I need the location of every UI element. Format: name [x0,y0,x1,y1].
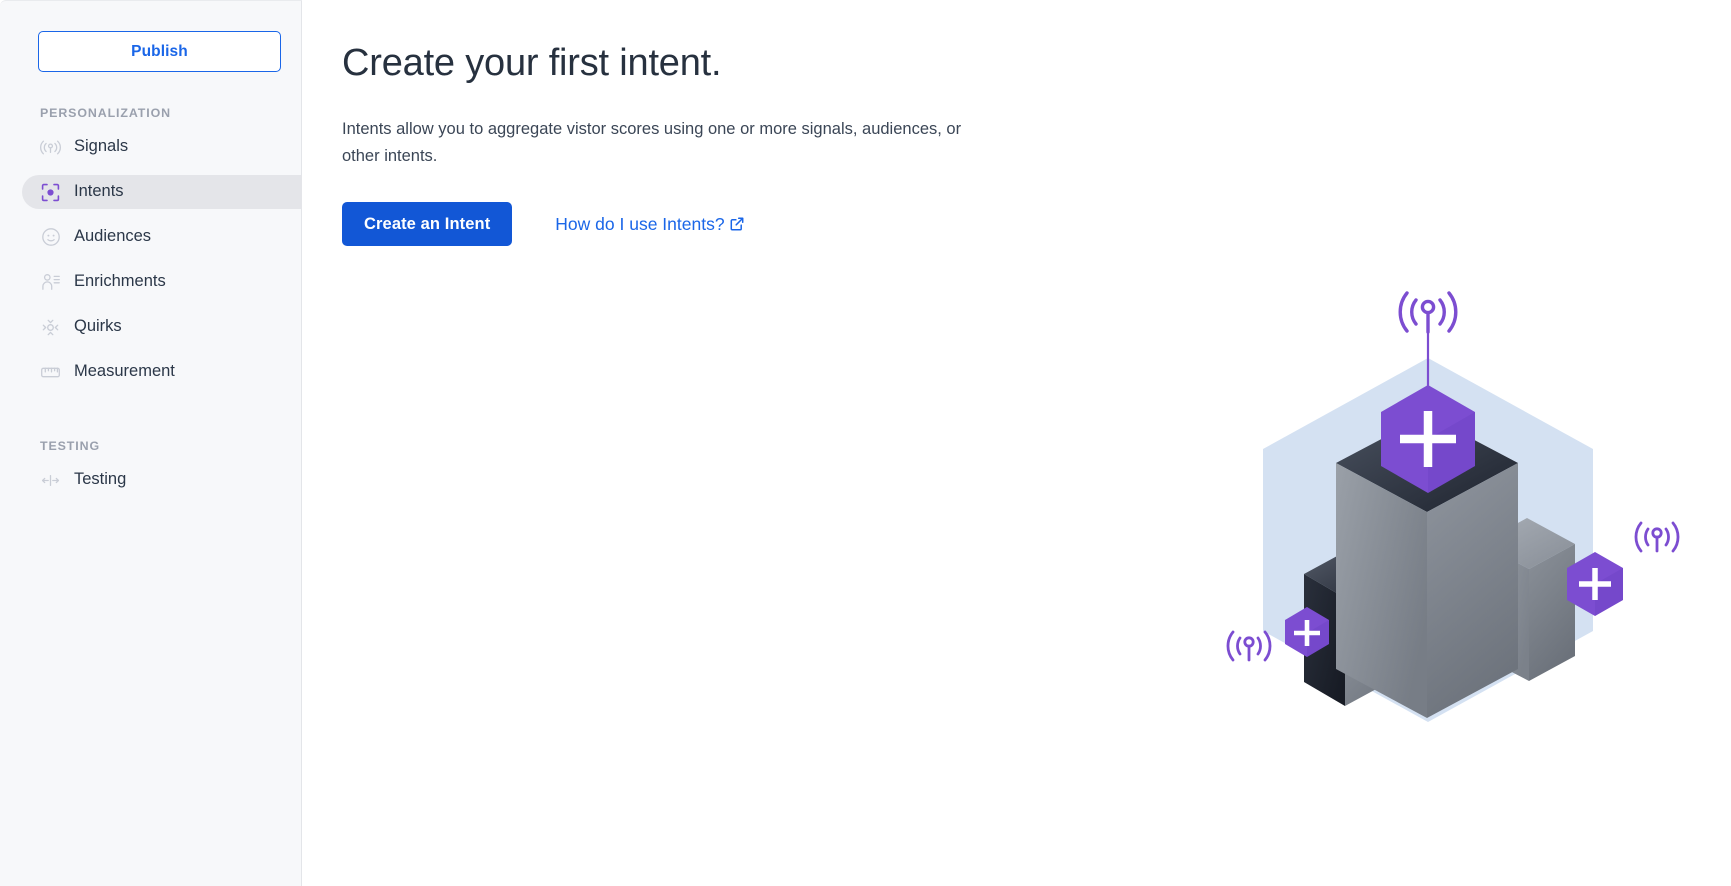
sidebar-item-intents[interactable]: Intents [22,175,302,209]
plus-hexagon-badge [1285,607,1329,657]
signal-tower-icon [1226,630,1272,662]
sidebar-item-label: Measurement [74,362,175,381]
sidebar-item-label: Audiences [74,227,152,246]
main-content: Create your first intent. Intents allow … [302,0,1731,886]
center-block [1336,415,1518,718]
sidebar-section-label-personalization: PERSONALIZATION [40,106,171,120]
face-circle-icon [40,227,61,248]
move-diamond-icon [40,317,61,338]
signal-tower-icon [40,137,61,158]
ruler-icon [40,362,61,383]
hex-backdrop [1263,358,1593,722]
sidebar-item-label: Intents [74,182,124,201]
focus-target-icon [40,182,61,203]
sidebar-item-label: Testing [74,470,127,489]
publish-button[interactable]: Publish [38,31,281,72]
sidebar-item-label: Signals [74,137,129,156]
sidebar-item-label: Enrichments [74,272,166,291]
how-do-i-use-intents-link[interactable]: How do I use Intents? [555,213,744,236]
page-title: Create your first intent. [342,42,722,84]
sidebar-item-measurement[interactable]: Measurement [22,355,301,389]
sidebar-item-enrichments[interactable]: Enrichments [22,265,301,299]
plus-hexagon-badge [1381,385,1475,493]
signal-tower-icon [1398,291,1458,334]
person-list-icon [40,272,61,293]
plus-hexagon-badge [1567,552,1623,616]
left-block [1304,549,1391,706]
signal-tower-icon [1634,521,1680,553]
create-an-intent-button[interactable]: Create an Intent [342,202,513,247]
sidebar: Publish PERSONALIZATION Signals Intents … [0,0,302,886]
sidebar-item-label: Quirks [74,317,122,336]
right-block [1481,518,1575,681]
cta-row: Create an Intent How do I use Intents? [342,202,1731,247]
sidebar-item-quirks[interactable]: Quirks [22,310,301,344]
external-link-icon [730,215,744,236]
sidebar-item-signals[interactable]: Signals [22,130,301,164]
isometric-intent-blocks-illustration [1203,286,1703,726]
app-root: Publish PERSONALIZATION Signals Intents … [0,0,1731,886]
sidebar-item-audiences[interactable]: Audiences [22,220,301,254]
sidebar-section-label-testing: TESTING [40,439,100,453]
page-description: Intents allow you to aggregate vistor sc… [342,119,962,165]
help-link-label: How do I use Intents? [555,213,725,234]
sidebar-nav-personalization: Signals Intents Audiences Enrichments Qu… [0,130,302,389]
ab-split-arrows-icon [40,470,61,491]
sidebar-nav-testing: Testing [0,463,301,497]
sidebar-item-testing[interactable]: Testing [22,463,301,497]
